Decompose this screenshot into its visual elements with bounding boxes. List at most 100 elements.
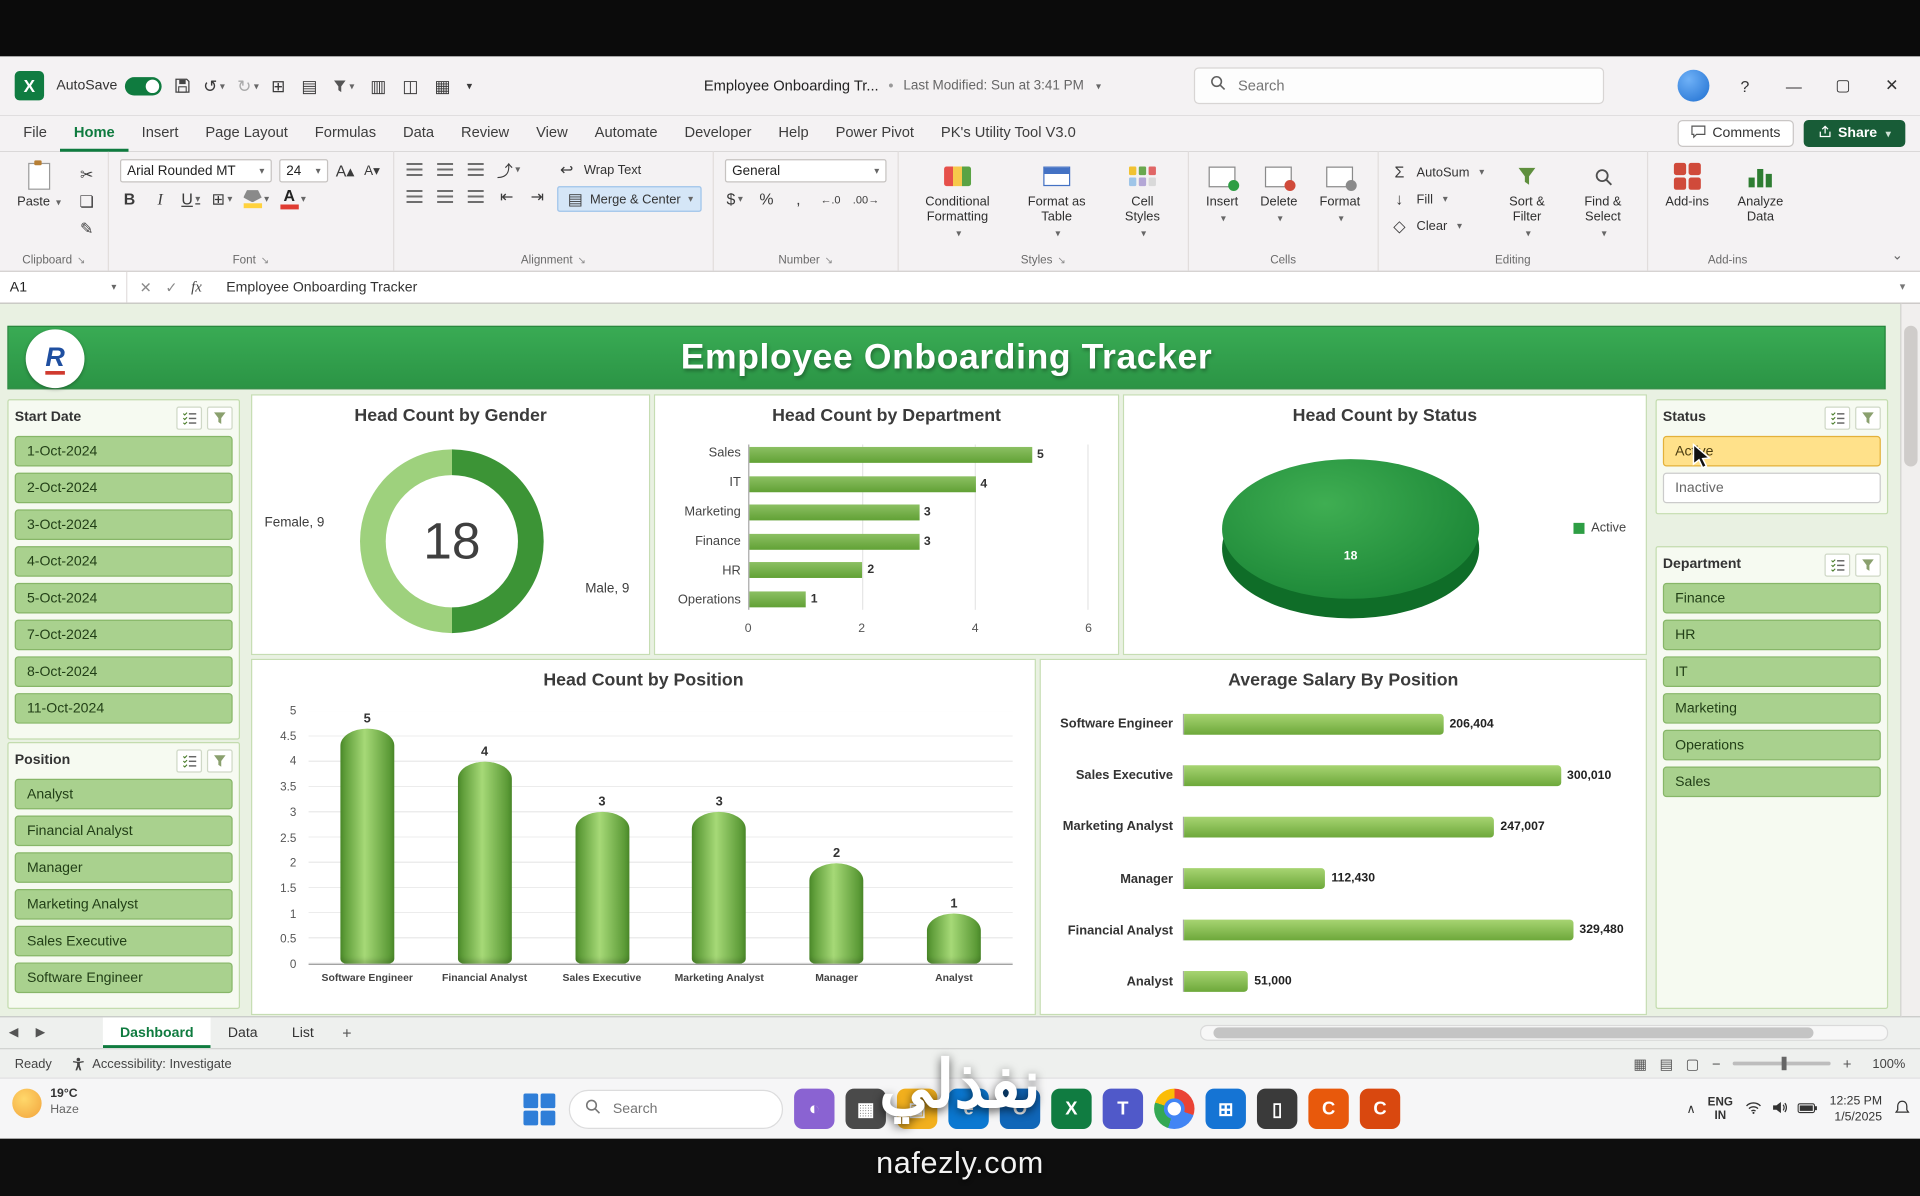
slicer-item-11-oct-2024[interactable]: 11-Oct-2024 <box>15 693 233 724</box>
help-icon[interactable]: ? <box>1722 64 1769 108</box>
multi-select-icon[interactable] <box>176 406 202 429</box>
scrollbar-thumb[interactable] <box>1904 326 1917 467</box>
chart-average-salary-by-position[interactable]: Average Salary By Position Software Engi… <box>1040 659 1647 1015</box>
slicer-item-manager[interactable]: Manager <box>15 852 233 883</box>
document-title-area[interactable]: Employee Onboarding Tr... • Last Modifie… <box>704 56 1101 115</box>
cut-icon[interactable]: ✂ <box>77 164 97 185</box>
cancel-entry-icon[interactable]: ✕ <box>140 279 152 296</box>
horizontal-scrollbar[interactable] <box>1200 1025 1888 1041</box>
dialog-launcher-icon[interactable]: ↘ <box>261 255 269 266</box>
document-title[interactable]: Employee Onboarding Tr... <box>704 77 879 94</box>
font-size-select[interactable]: 24▾ <box>279 159 328 182</box>
format-painter-icon[interactable]: ✎ <box>77 218 97 239</box>
insert-cells-button[interactable]: Insert▾ <box>1200 159 1244 227</box>
copy-icon[interactable]: ❏ <box>77 191 97 212</box>
user-avatar[interactable] <box>1678 70 1710 102</box>
rows-icon[interactable]: ▤ <box>301 75 317 96</box>
excel-icon[interactable]: X <box>1051 1089 1091 1129</box>
decrease-font-icon[interactable]: A▾ <box>362 160 382 181</box>
sheet-tab-list[interactable]: List <box>275 1018 331 1049</box>
borders-icon[interactable]: ⊞▾ <box>212 189 233 210</box>
new-sheet-button[interactable]: + <box>331 1018 363 1049</box>
minimize-button[interactable]: — <box>1771 64 1818 108</box>
chatgpt-icon[interactable]: C <box>1360 1089 1400 1129</box>
analyze-data-button[interactable]: Analyze Data <box>1725 159 1796 227</box>
battery-icon[interactable] <box>1798 1101 1818 1117</box>
format-as-table-button[interactable]: Format as Table▾ <box>1015 159 1098 241</box>
undo-icon[interactable]: ↺▾ <box>203 75 225 96</box>
align-bottom-icon[interactable] <box>466 159 486 180</box>
scrollbar-thumb[interactable] <box>1213 1027 1813 1038</box>
ribbon-tab-pk-s-utility-tool-v3-0[interactable]: PK's Utility Tool V3.0 <box>927 115 1089 152</box>
ribbon-tab-home[interactable]: Home <box>60 115 128 152</box>
ribbon-tab-page-layout[interactable]: Page Layout <box>192 115 301 152</box>
delete-cells-button[interactable]: Delete▾ <box>1254 159 1303 227</box>
slicer-item-it[interactable]: IT <box>1663 656 1881 687</box>
share-button[interactable]: Share ▾ <box>1804 120 1906 147</box>
clear-filter-icon[interactable] <box>207 749 233 772</box>
sort-filter-button[interactable]: Sort & Filter▾ <box>1494 159 1560 241</box>
dialog-launcher-icon[interactable]: ↘ <box>578 255 586 266</box>
fill-color-icon[interactable]: ▾ <box>243 189 269 210</box>
zoom-level[interactable]: 100% <box>1864 1056 1906 1071</box>
title-chevron-icon[interactable]: ▾ <box>1096 80 1101 91</box>
collapse-ribbon-icon[interactable]: ⌄ <box>1874 247 1920 270</box>
slicer-item-3-oct-2024[interactable]: 3-Oct-2024 <box>15 509 233 540</box>
comments-button[interactable]: Comments <box>1678 120 1794 147</box>
restore-button[interactable]: ▢ <box>1820 64 1867 108</box>
confirm-entry-icon[interactable]: ✓ <box>165 279 177 296</box>
grid-icon[interactable]: ▦ <box>434 75 450 96</box>
sheet-nav-right-icon[interactable]: ▶ <box>27 1018 54 1049</box>
slicer-item-inactive[interactable]: Inactive <box>1663 473 1881 504</box>
wrap-text-button[interactable]: ↩ Wrap Text <box>557 159 702 180</box>
page-layout-view-icon[interactable]: ▤ <box>1660 1055 1674 1072</box>
autosave-switch-icon[interactable] <box>125 77 162 95</box>
ribbon-tab-data[interactable]: Data <box>390 115 448 152</box>
underline-button[interactable]: U▾ <box>181 189 201 210</box>
conditional-formatting-button[interactable]: Conditional Formatting▾ <box>910 159 1006 241</box>
slicer-item-sales-executive[interactable]: Sales Executive <box>15 926 233 957</box>
task-view-icon[interactable]: ▦ <box>846 1089 886 1129</box>
font-color-icon[interactable]: A▾ <box>280 189 306 210</box>
taskbar-search-input[interactable] <box>610 1100 750 1117</box>
ribbon-tab-view[interactable]: View <box>523 115 582 152</box>
last-modified[interactable]: Last Modified: Sun at 3:41 PM <box>903 78 1083 93</box>
clear-filter-icon[interactable] <box>207 406 233 429</box>
accounting-format-icon[interactable]: $▾ <box>725 189 745 210</box>
increase-font-icon[interactable]: A▴ <box>335 160 355 181</box>
slicer-item-analyst[interactable]: Analyst <box>15 779 233 810</box>
multi-select-icon[interactable] <box>1825 553 1851 576</box>
close-button[interactable]: ✕ <box>1869 64 1916 108</box>
clock[interactable]: 12:25 PM1/5/2025 <box>1830 1093 1882 1125</box>
multi-select-icon[interactable] <box>1825 406 1851 429</box>
name-box[interactable]: A1▾ <box>0 272 127 303</box>
outlook-icon[interactable]: O <box>1000 1089 1040 1129</box>
wifi-icon[interactable] <box>1745 1101 1762 1118</box>
ribbon-tab-review[interactable]: Review <box>448 115 523 152</box>
font-name-select[interactable]: Arial Rounded MT▾ <box>120 159 272 182</box>
zoom-in-icon[interactable]: + <box>1843 1055 1852 1072</box>
merge-center-button[interactable]: ▤ Merge & Center▾ <box>557 186 702 212</box>
ribbon-tab-help[interactable]: Help <box>765 115 822 152</box>
accessibility-status[interactable]: Accessibility: Investigate <box>71 1056 231 1071</box>
add-ins-button[interactable]: Add-ins <box>1659 159 1715 212</box>
slicer-item-active[interactable]: Active <box>1663 436 1881 467</box>
page-break-view-icon[interactable]: ▢ <box>1686 1055 1700 1072</box>
italic-button[interactable]: I <box>150 189 170 210</box>
volume-icon[interactable] <box>1772 1101 1788 1118</box>
decrease-decimal-icon[interactable]: .00→ <box>853 189 879 210</box>
excel-logo-icon[interactable]: X <box>15 71 44 100</box>
table-icon[interactable]: ⊞ <box>271 75 285 96</box>
align-left-icon[interactable] <box>405 186 425 207</box>
zoom-slider[interactable] <box>1733 1062 1831 1066</box>
ribbon-tab-file[interactable]: File <box>10 115 61 152</box>
zoom-knob[interactable] <box>1782 1057 1787 1070</box>
weather-widget[interactable]: 19°CHaze <box>12 1087 79 1118</box>
chrome-icon[interactable] <box>1154 1089 1194 1129</box>
format-cells-button[interactable]: Format▾ <box>1313 159 1366 227</box>
bold-button[interactable]: B <box>120 189 140 210</box>
ribbon-tab-developer[interactable]: Developer <box>671 115 765 152</box>
sheet-nav-left-icon[interactable]: ◀ <box>0 1018 27 1049</box>
autosum-button[interactable]: ΣAutoSum▾ <box>1390 162 1485 183</box>
slicer-item-operations[interactable]: Operations <box>1663 730 1881 761</box>
